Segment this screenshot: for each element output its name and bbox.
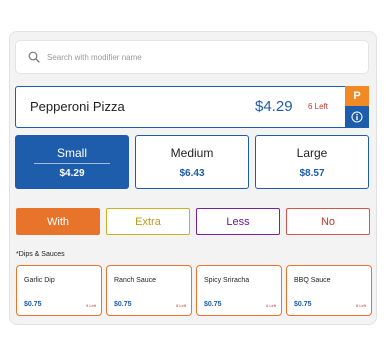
sauce-stock: 8 Left xyxy=(355,303,366,308)
section-title: *Dips & Sauces xyxy=(16,251,65,258)
sauce-card-garlic-dip[interactable]: Garlic Dip $0.75 9 Left xyxy=(16,265,102,316)
search-bar[interactable] xyxy=(15,40,369,74)
product-stock: 6 Left xyxy=(308,102,329,111)
product-name: Pepperoni Pizza xyxy=(30,99,125,114)
sauce-stock: 6 Left xyxy=(265,303,276,308)
sauce-name: Garlic Dip xyxy=(24,277,55,284)
sauce-name: Ranch Sauce xyxy=(114,277,157,284)
info-icon xyxy=(351,111,363,123)
size-price: $6.43 xyxy=(179,168,205,179)
info-button[interactable] xyxy=(345,106,369,128)
modifier-with-button[interactable]: With xyxy=(16,208,100,235)
size-label: Small xyxy=(56,146,87,160)
sauce-card-bbq-sauce[interactable]: BBQ Sauce $0.75 8 Left xyxy=(286,265,372,316)
search-input[interactable] xyxy=(47,52,347,62)
sauce-price: $0.75 xyxy=(24,301,42,308)
modifier-no-button[interactable]: No xyxy=(286,208,370,235)
product-price: $4.29 xyxy=(255,98,293,115)
sauce-price: $0.75 xyxy=(114,301,132,308)
sauce-price: $0.75 xyxy=(294,301,312,308)
sauce-stock: 8 Left xyxy=(175,303,186,308)
modifier-less-button[interactable]: Less xyxy=(196,208,280,235)
sauce-card-ranch-sauce[interactable]: Ranch Sauce $0.75 8 Left xyxy=(106,265,192,316)
size-label: Large xyxy=(296,146,328,160)
size-price: $8.57 xyxy=(299,168,325,179)
search-icon xyxy=(28,51,40,63)
sauce-card-spicy-sriracha[interactable]: Spicy Sriracha $0.75 6 Left xyxy=(196,265,282,316)
sauce-name: BBQ Sauce xyxy=(294,277,331,284)
size-option-medium[interactable]: Medium $6.43 xyxy=(135,135,249,189)
size-price: $4.29 xyxy=(59,168,85,179)
size-label: Medium xyxy=(170,146,214,160)
product-badge: P xyxy=(345,86,369,106)
size-option-large[interactable]: Large $8.57 xyxy=(255,135,369,189)
size-divider xyxy=(34,163,110,164)
modifier-extra-button[interactable]: Extra xyxy=(106,208,190,235)
sauce-price: $0.75 xyxy=(204,301,222,308)
sauce-name: Spicy Sriracha xyxy=(204,277,250,284)
sauce-stock: 9 Left xyxy=(85,303,96,308)
product-card[interactable]: Pepperoni Pizza $4.29 6 Left xyxy=(15,86,369,128)
size-option-small[interactable]: Small $4.29 xyxy=(15,135,129,189)
